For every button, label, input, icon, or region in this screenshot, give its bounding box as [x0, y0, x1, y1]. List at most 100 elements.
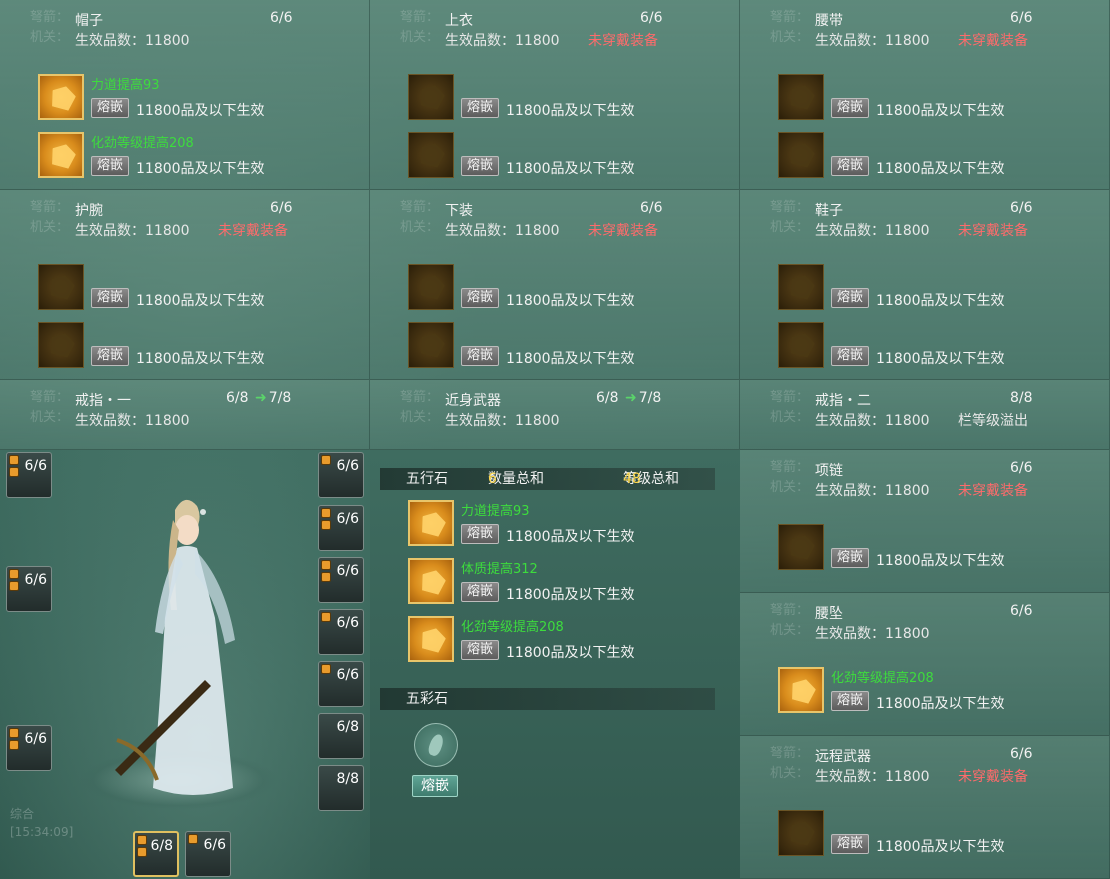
equip-slot-right-3[interactable]: 6/6: [318, 557, 364, 603]
effective-grade: 生效品数：11800: [815, 626, 930, 642]
gem-row: 熔嵌 11800品及以下生效: [778, 322, 1098, 370]
inlay-button[interactable]: 熔嵌: [91, 98, 130, 118]
equip-slot-right-7[interactable]: 8/8: [318, 765, 364, 811]
gem-row: 熔嵌 11800品及以下生效: [778, 524, 1098, 572]
slot-count: 6/8 ➜ 7/8: [226, 390, 292, 406]
inlay-button[interactable]: 熔嵌: [461, 524, 500, 544]
not-equipped-warning: 未穿戴装备: [958, 483, 1028, 499]
ghost-text: 弩箭： 机关：: [770, 460, 810, 495]
gem-attribute: 化劲等级提高208: [91, 136, 194, 151]
inlay-button[interactable]: 熔嵌: [461, 98, 500, 118]
ghost-text: 弩箭： 机关：: [770, 10, 810, 45]
gem-icon[interactable]: [38, 264, 84, 310]
effect-text: 11800品及以下生效: [506, 351, 635, 367]
gem-icon[interactable]: [778, 322, 824, 368]
effect-text: 11800品及以下生效: [506, 587, 635, 603]
gem-icon[interactable]: [778, 524, 824, 570]
not-equipped-warning: 未穿戴装备: [958, 33, 1028, 49]
equip-slot-right-4[interactable]: 6/6: [318, 609, 364, 655]
equip-slot-left-1[interactable]: 6/6: [6, 452, 52, 498]
equip-slot-left-3[interactable]: 6/6: [6, 725, 52, 771]
equip-slot-bottom-ranged[interactable]: 6/6: [185, 831, 231, 877]
gem-icon[interactable]: [38, 322, 84, 368]
not-equipped-warning: 未穿戴装备: [218, 223, 288, 239]
equip-slot-right-2[interactable]: 6/6: [318, 505, 364, 551]
slot-count: 6/6: [270, 200, 293, 216]
effective-grade: 生效品数：11800: [445, 413, 560, 429]
gem-icon[interactable]: [778, 132, 824, 178]
stone-panel: 五行石 数量总和 6 等级总和 48 力道提高93 熔嵌 11800品及以下生效 …: [370, 450, 740, 879]
inlay-button[interactable]: 熔嵌: [461, 346, 500, 366]
inlay-button[interactable]: 熔嵌: [91, 346, 130, 366]
gem-icon[interactable]: [778, 264, 824, 310]
effect-text: 11800品及以下生效: [506, 645, 635, 661]
gem-attribute: 体质提高312: [461, 562, 538, 577]
slot-name: 腰坠: [815, 606, 843, 622]
slot-name: 项链: [815, 463, 843, 479]
gem-icon[interactable]: [38, 132, 84, 178]
slot-count: 6/8 ➜ 7/8: [596, 390, 662, 406]
gem-row: 熔嵌 11800品及以下生效: [38, 264, 358, 312]
effect-text: 11800品及以下生效: [876, 161, 1005, 177]
slot-card-belt: 弩箭： 机关： 腰带 6/6 生效品数：11800 未穿戴装备 熔嵌 11800品及…: [740, 0, 1110, 190]
equip-slot-right-1[interactable]: 6/6: [318, 452, 364, 498]
gem-icon[interactable]: [408, 74, 454, 120]
slot-card-ring-1: 弩箭： 机关： 戒指・一 6/8 ➜ 7/8 生效品数：11800: [0, 380, 370, 450]
inlay-button[interactable]: 熔嵌: [831, 156, 870, 176]
slot-name: 戒指・二: [815, 393, 871, 409]
gem-icon[interactable]: [38, 74, 84, 120]
wucai-header: 五彩石: [380, 688, 715, 710]
inlay-button[interactable]: 熔嵌: [831, 834, 870, 854]
gem-icon[interactable]: [408, 558, 454, 604]
gem-icon[interactable]: [778, 667, 824, 713]
equip-slot-right-6[interactable]: 6/8: [318, 713, 364, 759]
equip-slot-right-5[interactable]: 6/6: [318, 661, 364, 707]
gem-row: 熔嵌 11800品及以下生效: [408, 322, 728, 370]
ghost-text: 弩箭： 机关：: [30, 200, 70, 235]
slot-count: 6/6: [1010, 200, 1033, 216]
wucai-inlay-button[interactable]: 熔嵌: [412, 775, 458, 797]
wucai-stone-icon[interactable]: [414, 723, 458, 767]
upgrade-arrow-icon: ➜: [254, 390, 267, 406]
not-equipped-warning: 未穿戴装备: [958, 769, 1028, 785]
inlay-button[interactable]: 熔嵌: [831, 98, 870, 118]
inlay-button[interactable]: 熔嵌: [91, 156, 130, 176]
gem-row: 熔嵌 11800品及以下生效: [778, 810, 1098, 858]
slot-name: 上衣: [445, 13, 473, 29]
gem-icon[interactable]: [408, 264, 454, 310]
effect-text: 11800品及以下生效: [136, 161, 265, 177]
slot-card-ring-2: 弩箭： 机关： 戒指・二 8/8 生效品数：11800 栏等级溢出: [740, 380, 1110, 450]
inlay-button[interactable]: 熔嵌: [831, 346, 870, 366]
gem-row: 力道提高93 熔嵌 11800品及以下生效: [38, 74, 358, 122]
gem-icon[interactable]: [408, 132, 454, 178]
slot-count: 6/6: [640, 10, 663, 26]
equip-slot-bottom-melee[interactable]: 6/8: [133, 831, 179, 877]
inlay-button[interactable]: 熔嵌: [461, 156, 500, 176]
wuxing-gem-row: 力道提高93 熔嵌 11800品及以下生效: [408, 500, 728, 548]
slot-count: 6/6: [640, 200, 663, 216]
inlay-button[interactable]: 熔嵌: [831, 548, 870, 568]
gem-icon[interactable]: [408, 322, 454, 368]
gem-icon[interactable]: [408, 616, 454, 662]
gem-attribute: 化劲等级提高208: [461, 620, 564, 635]
ghost-text: 弩箭： 机关：: [770, 603, 810, 638]
inlay-button[interactable]: 熔嵌: [91, 288, 130, 308]
gem-icon[interactable]: [778, 810, 824, 856]
effective-grade: 生效品数：11800: [75, 33, 190, 49]
effect-text: 11800品及以下生效: [506, 161, 635, 177]
gem-icon[interactable]: [778, 74, 824, 120]
slot-count: 6/6: [270, 10, 293, 26]
ghost-text: 弩箭： 机关：: [400, 390, 440, 425]
inlay-button[interactable]: 熔嵌: [461, 640, 500, 660]
inlay-button[interactable]: 熔嵌: [831, 288, 870, 308]
equip-slot-left-2[interactable]: 6/6: [6, 566, 52, 612]
inlay-button[interactable]: 熔嵌: [461, 582, 500, 602]
slot-card-ranged-weapon: 弩箭： 机关： 远程武器 6/6 生效品数：11800 未穿戴装备 熔嵌 11800…: [740, 736, 1110, 879]
character-figure: [115, 499, 235, 795]
inlay-button[interactable]: 熔嵌: [831, 691, 870, 711]
not-equipped-warning: 未穿戴装备: [958, 223, 1028, 239]
gem-row: 熔嵌 11800品及以下生效: [778, 264, 1098, 312]
inlay-button[interactable]: 熔嵌: [461, 288, 500, 308]
gem-icon[interactable]: [408, 500, 454, 546]
slot-card-top: 弩箭： 机关： 上衣 6/6 生效品数：11800 未穿戴装备 熔嵌 11800品及…: [370, 0, 740, 190]
